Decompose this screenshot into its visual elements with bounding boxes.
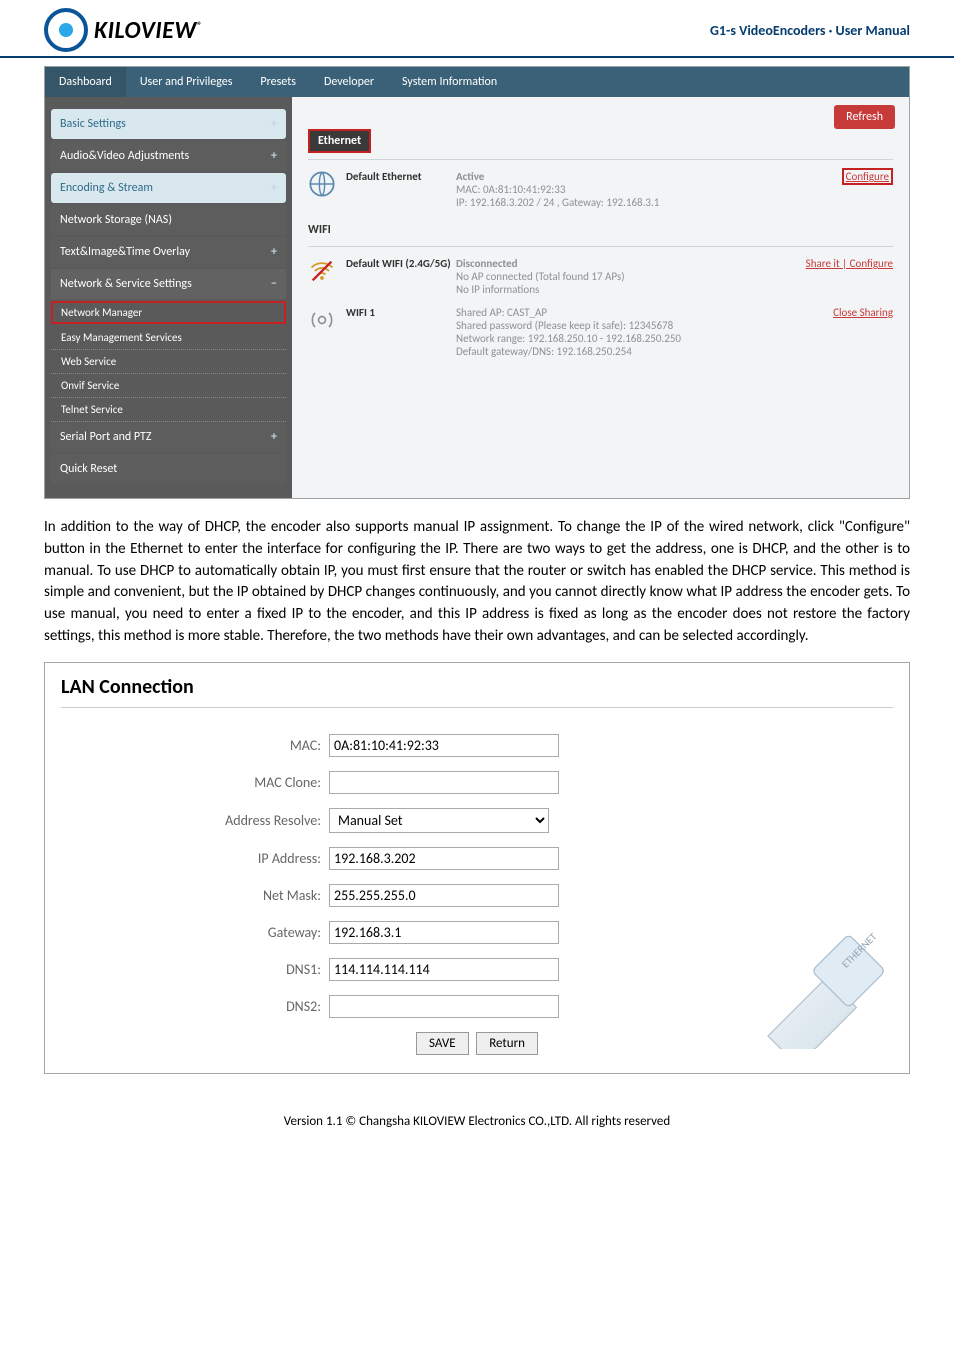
ap-action-link[interactable]: Close Sharing	[833, 306, 893, 319]
gw-label: Gateway:	[61, 924, 329, 941]
resolve-label: Address Resolve:	[61, 812, 329, 829]
tab-dashboard[interactable]: Dashboard	[45, 67, 126, 97]
dns2-label: DNS2:	[61, 998, 329, 1015]
wifi-action-link[interactable]: Share it | Configure	[806, 257, 893, 270]
mask-label: Net Mask:	[61, 887, 329, 904]
wifi-section-label: WIFI	[308, 220, 339, 240]
wifi-name: Default WIFI (2.4G/5G)	[346, 257, 456, 270]
sidebar-label: Serial Port and PTZ	[60, 430, 152, 444]
wifi-row: Default WIFI (2.4G/5G) Disconnected No A…	[308, 257, 893, 296]
save-button[interactable]: SAVE	[416, 1032, 469, 1055]
sidebar-sub-telnet[interactable]: Telnet Service	[51, 398, 286, 422]
ap-line2: Shared password (Please keep it safe): 1…	[456, 319, 773, 332]
return-button[interactable]: Return	[476, 1032, 538, 1055]
tab-presets[interactable]: Presets	[246, 67, 310, 97]
ap-line1: Shared AP: CAST_AP	[456, 306, 773, 319]
sidebar-label: Basic Settings	[60, 117, 126, 131]
collapse-icon: −	[271, 277, 277, 291]
sidebar-sub-netmgr[interactable]: Network Manager	[51, 301, 286, 324]
dns1-field[interactable]	[329, 958, 559, 981]
sidebar-item-network[interactable]: Network & Service Settings −	[51, 269, 286, 299]
tab-developer[interactable]: Developer	[310, 67, 388, 97]
form-title: LAN Connection	[61, 675, 893, 699]
sidebar-item-av[interactable]: Audio&Video Adjustments +	[51, 141, 286, 171]
sidebar-item-nas[interactable]: Network Storage (NAS)	[51, 205, 286, 235]
wifi-status: Disconnected	[456, 257, 773, 270]
ap-row: WIFI 1 Shared AP: CAST_AP Shared passwor…	[308, 306, 893, 358]
page-header: KILOVIEW® G1-s VideoEncoders · User Manu…	[0, 0, 954, 58]
sidebar: Basic Settings + Audio&Video Adjustments +…	[45, 97, 292, 498]
eth-configure-link[interactable]: Configure	[842, 168, 893, 185]
dns2-field[interactable]	[329, 995, 559, 1018]
sidebar-item-basic[interactable]: Basic Settings +	[51, 109, 286, 139]
sidebar-item-serial[interactable]: Serial Port and PTZ +	[51, 422, 286, 452]
expand-icon: +	[271, 245, 277, 259]
sidebar-label: Text&Image&Time Overlay	[60, 245, 190, 259]
sidebar-item-quick[interactable]: Quick Reset	[51, 454, 286, 484]
wifi-icon	[308, 257, 336, 285]
doc-title: G1-s VideoEncoders · User Manual	[710, 22, 910, 39]
ap-icon	[308, 306, 336, 334]
logo-text: KILOVIEW®	[94, 16, 202, 45]
ap-name: WIFI 1	[346, 306, 456, 319]
logo-icon	[44, 8, 88, 52]
resolve-select[interactable]: Manual Set	[329, 808, 549, 833]
eth-status: Active	[456, 170, 773, 183]
top-tabbar: Dashboard User and Privileges Presets De…	[45, 67, 909, 97]
ap-line4: Default gateway/DNS: 192.168.250.254	[456, 345, 773, 358]
tab-users[interactable]: User and Privileges	[126, 67, 247, 97]
sidebar-sub-onvif[interactable]: Onvif Service	[51, 374, 286, 398]
refresh-button[interactable]: Refresh	[834, 105, 895, 129]
ethernet-section-label: Ethernet	[308, 129, 371, 153]
mac-field[interactable]	[329, 734, 559, 757]
sidebar-item-overlay[interactable]: Text&Image&Time Overlay +	[51, 237, 286, 267]
sidebar-label: Audio&Video Adjustments	[60, 149, 189, 163]
content-pane: Refresh Ethernet Default Ethernet Active…	[292, 97, 909, 498]
expand-icon: +	[271, 430, 277, 444]
footer-text: Version 1.1 © Changsha KILOVIEW Electron…	[0, 1114, 954, 1129]
wifi-note: No AP connected (Total found 17 APs)	[456, 270, 773, 283]
body-paragraph: In addition to the way of DHCP, the enco…	[44, 517, 910, 648]
mac-label: MAC:	[61, 737, 329, 754]
ip-label: IP Address:	[61, 850, 329, 867]
ap-line3: Network range: 192.168.250.10 - 192.168.…	[456, 332, 773, 345]
globe-icon	[308, 170, 336, 198]
ethernet-row: Default Ethernet Active MAC: 0A:81:10:41…	[308, 170, 893, 209]
ip-field[interactable]	[329, 847, 559, 870]
macclone-field[interactable]	[329, 771, 559, 794]
sidebar-sub-easy[interactable]: Easy Management Services	[51, 326, 286, 350]
sidebar-label: Network & Service Settings	[60, 277, 192, 291]
lan-form: LAN Connection MAC: MAC Clone: Address R…	[44, 662, 910, 1074]
wifi-ip: No IP informations	[456, 283, 773, 296]
ethernet-cable-icon: ETHERNET	[755, 919, 885, 1049]
sidebar-label: Network Storage (NAS)	[60, 213, 172, 227]
sidebar-sub-web[interactable]: Web Service	[51, 350, 286, 374]
tab-sysinfo[interactable]: System Information	[388, 67, 511, 97]
eth-mac: MAC: 0A:81:10:41:92:33	[456, 183, 773, 196]
ui-screenshot: Dashboard User and Privileges Presets De…	[44, 66, 910, 499]
eth-name: Default Ethernet	[346, 170, 456, 183]
sidebar-item-encoding[interactable]: Encoding & Stream +	[51, 173, 286, 203]
brand-logo: KILOVIEW®	[44, 8, 202, 52]
expand-icon: +	[271, 117, 277, 131]
expand-icon: +	[271, 181, 277, 195]
sidebar-label: Quick Reset	[60, 462, 117, 476]
macclone-label: MAC Clone:	[61, 774, 329, 791]
mask-field[interactable]	[329, 884, 559, 907]
expand-icon: +	[271, 149, 277, 163]
eth-ip: IP: 192.168.3.202 / 24 , Gateway: 192.16…	[456, 196, 773, 209]
dns1-label: DNS1:	[61, 961, 329, 978]
sidebar-label: Encoding & Stream	[60, 181, 153, 195]
gw-field[interactable]	[329, 921, 559, 944]
